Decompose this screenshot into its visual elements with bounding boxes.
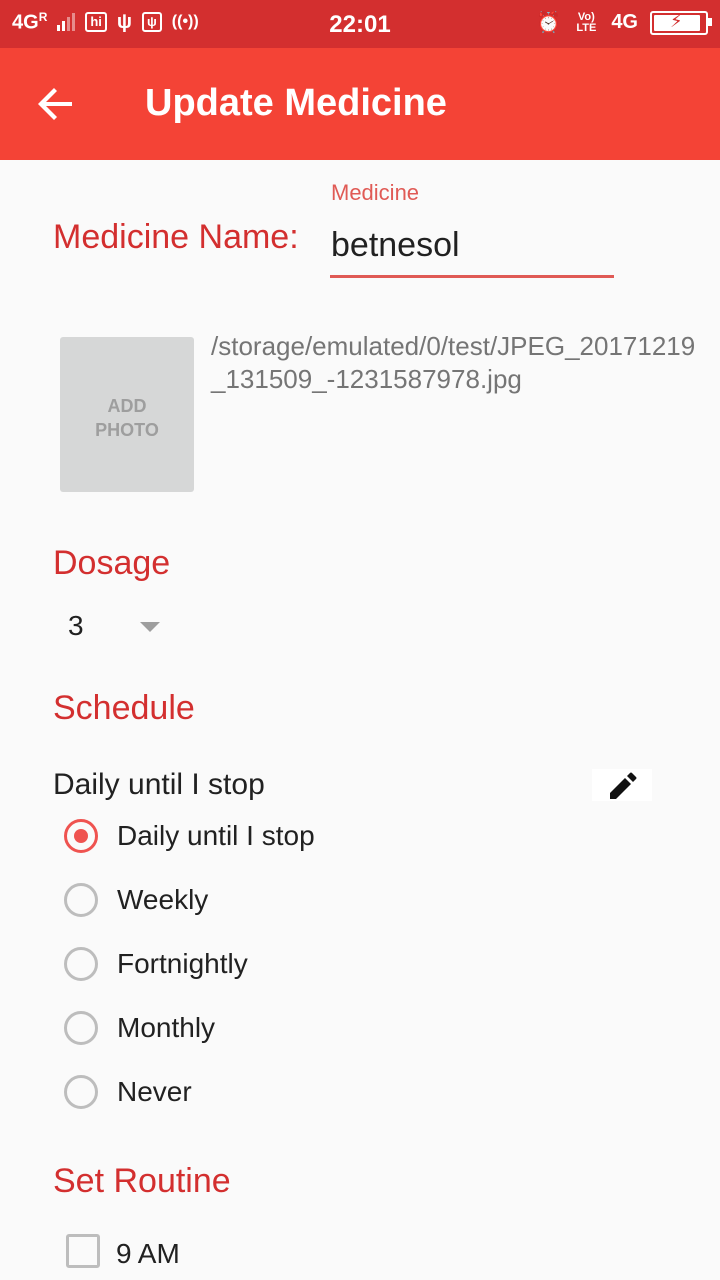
status-bar: 4GR hi ψ ψ ((•)) 22:01 ⏰ Vo) LTE 4G ⚡: [0, 0, 720, 48]
radio-label: Fortnightly: [117, 948, 248, 979]
app-bar: Update Medicine: [0, 48, 720, 160]
battery-charging-icon: ⚡: [650, 10, 712, 35]
dosage-label: Dosage: [53, 544, 171, 582]
page-title: Update Medicine: [145, 82, 447, 124]
routine-checkbox-9am[interactable]: 9 AM: [66, 1234, 180, 1269]
pencil-icon: [610, 772, 637, 799]
medicine-field-hint: Medicine: [331, 180, 420, 205]
radio-fortnightly[interactable]: Fortnightly: [64, 944, 248, 984]
schedule-label: Schedule: [53, 689, 195, 727]
radio-daily[interactable]: Daily until I stop: [64, 816, 315, 856]
add-photo-line1: ADD: [107, 396, 147, 416]
set-routine-label: Set Routine: [53, 1162, 231, 1200]
add-photo-line2: PHOTO: [95, 420, 159, 440]
photo-path: /storage/emulated/0/test/JPEG_20171219_1…: [211, 331, 696, 394]
radio-indicator: [64, 883, 98, 917]
volte-indicator: Vo) LTE: [576, 10, 597, 34]
radio-label: Weekly: [117, 884, 209, 915]
medicine-name-label: Medicine Name:: [53, 218, 299, 256]
radio-indicator: [64, 1011, 98, 1045]
radio-label: Daily until I stop: [117, 820, 315, 851]
add-photo-label: ADD PHOTO: [60, 394, 194, 442]
radio-label: Never: [117, 1076, 192, 1107]
medicine-name-input[interactable]: [331, 226, 614, 265]
add-photo-button[interactable]: ADD PHOTO: [60, 337, 194, 492]
radio-monthly[interactable]: Monthly: [64, 1008, 215, 1048]
dosage-value: 3: [68, 610, 84, 641]
radio-indicator: [64, 819, 98, 853]
dropdown-arrow-icon: [140, 622, 160, 632]
checkbox-label: 9 AM: [116, 1238, 180, 1269]
radio-weekly[interactable]: Weekly: [64, 880, 208, 920]
schedule-summary: Daily until I stop: [53, 768, 265, 801]
arrow-back-icon[interactable]: [36, 84, 76, 124]
radio-indicator: [64, 1075, 98, 1109]
input-underline: [330, 275, 614, 278]
edit-schedule-button[interactable]: [592, 769, 652, 801]
network-type-right: 4G: [611, 11, 638, 33]
radio-label: Monthly: [117, 1012, 216, 1043]
radio-indicator: [64, 947, 98, 981]
alarm-icon: ⏰: [536, 12, 562, 34]
checkbox-indicator: [66, 1234, 100, 1268]
status-right: ⏰ Vo) LTE 4G ⚡: [536, 10, 712, 35]
radio-never[interactable]: Never: [64, 1072, 192, 1112]
